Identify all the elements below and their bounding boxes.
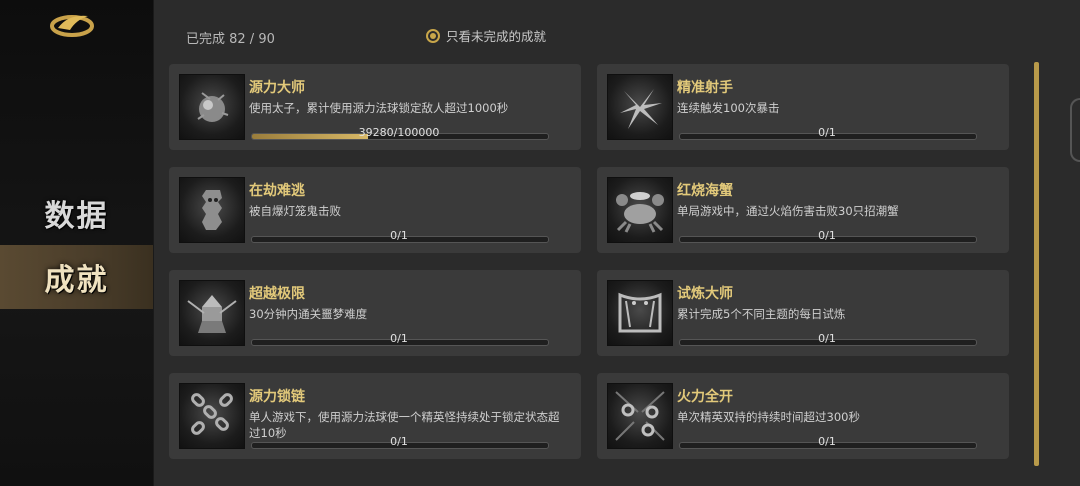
achievement-card[interactable]: 精准射手 连续触发100次暴击 0/1	[597, 64, 1009, 150]
achievement-title: 源力大师	[249, 80, 305, 96]
achievement-title: 源力锁链	[249, 389, 305, 405]
achievement-card[interactable]: 在劫难逃 被自爆灯笼鬼击败 0/1	[169, 167, 581, 253]
lantern-icon	[179, 177, 245, 243]
radio-button-icon[interactable]	[426, 28, 440, 43]
scrollbar[interactable]	[1034, 62, 1039, 466]
achievement-title: 在劫难逃	[249, 183, 305, 199]
progress-text: 0/1	[818, 126, 836, 139]
achievement-title: 试炼大师	[677, 286, 733, 302]
achievement-description: 连续触发100次暴击	[677, 101, 780, 115]
achievement-card[interactable]: 源力锁链 单人游戏下，使用源力法球使一个精英怪持续处于锁定状态超过10秒 0/1	[169, 373, 581, 459]
achievement-card[interactable]: 源力大师 使用太子，累计使用源力法球锁定敌人超过1000秒 39280/1000…	[169, 64, 581, 150]
progress-text: 39280/100000	[358, 126, 440, 139]
sidebar-item-achievements[interactable]: 成就	[0, 245, 153, 309]
progress-text: 0/1	[390, 332, 408, 345]
achievement-description: 单次精英双持的持续时间超过300秒	[677, 410, 860, 424]
orb-icon	[179, 74, 245, 140]
achievement-card[interactable]: 红烧海蟹 单局游戏中，通过火焰伤害击败30只招潮蟹 0/1	[597, 167, 1009, 253]
progress-text: 0/1	[390, 435, 408, 448]
achievement-card[interactable]: 超越极限 30分钟内通关噩梦难度 0/1	[169, 270, 581, 356]
side-panel-handle[interactable]	[1070, 98, 1080, 162]
achievement-description: 累计完成5个不同主题的每日试炼	[677, 307, 846, 321]
achievement-title: 红烧海蟹	[677, 183, 733, 199]
sidebar-item-data[interactable]: 数据	[0, 181, 153, 245]
progress-text: 0/1	[818, 435, 836, 448]
game-logo-icon	[48, 8, 96, 40]
banner-icon	[607, 280, 673, 346]
achievement-card[interactable]: 火力全开 单次精英双持的持续时间超过300秒 0/1	[597, 373, 1009, 459]
gears-icon	[607, 383, 673, 449]
achievement-description: 被自爆灯笼鬼击败	[249, 204, 341, 218]
burst-icon	[607, 74, 673, 140]
sidebar: 数据 成就	[0, 0, 154, 486]
achievement-title: 超越极限	[249, 286, 305, 302]
achievement-description: 使用太子，累计使用源力法球锁定敌人超过1000秒	[249, 101, 509, 115]
progress-text: 0/1	[390, 229, 408, 242]
achievement-card[interactable]: 试炼大师 累计完成5个不同主题的每日试炼 0/1	[597, 270, 1009, 356]
progress-text: 0/1	[818, 229, 836, 242]
completion-count: 已完成 82 / 90	[186, 32, 275, 47]
filter-label: 只看未完成的成就	[446, 29, 547, 44]
achievement-description: 30分钟内通关噩梦难度	[249, 307, 368, 321]
achievement-description: 单局游戏中，通过火焰伤害击败30只招潮蟹	[677, 204, 899, 218]
chain-icon	[179, 383, 245, 449]
achievement-title: 火力全开	[677, 389, 733, 405]
progress-text: 0/1	[818, 332, 836, 345]
achievement-title: 精准射手	[677, 80, 733, 96]
warrior-icon	[179, 280, 245, 346]
filter-incomplete-toggle[interactable]: 只看未完成的成就	[426, 26, 546, 45]
crab-icon	[607, 177, 673, 243]
